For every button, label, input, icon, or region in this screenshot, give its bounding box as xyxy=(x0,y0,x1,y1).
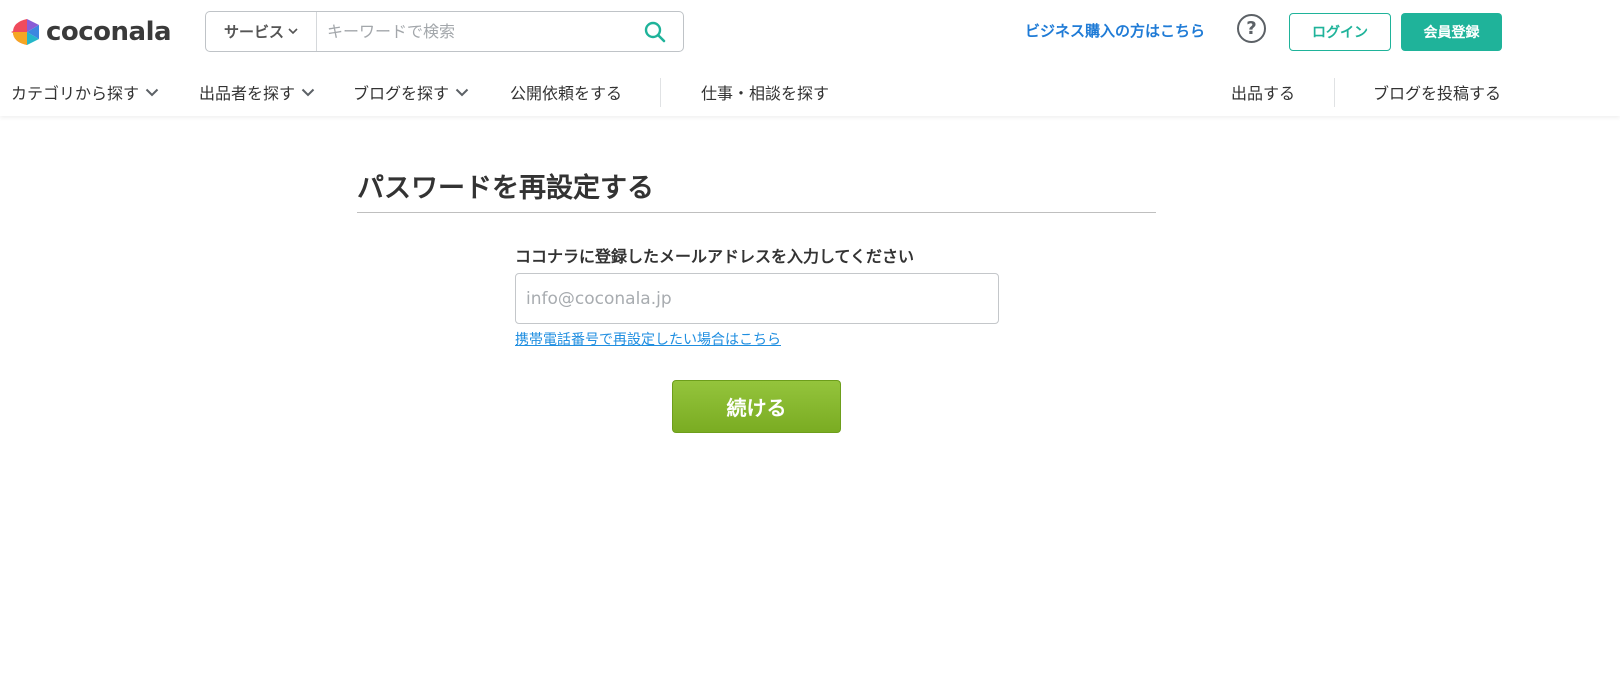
nav-item-public-request[interactable]: 公開依頼をする xyxy=(510,80,622,104)
search-bar: サービス xyxy=(205,11,684,52)
nav-item-label: ブログを探す xyxy=(353,84,450,103)
nav-item-label: 公開依頼をする xyxy=(510,84,623,103)
phone-reset-link[interactable]: 携帯電話番号で再設定したい場合はこちら xyxy=(515,329,781,349)
business-purchase-link[interactable]: ビジネス購入の方はこちら xyxy=(1025,20,1205,41)
nav-item-label: 出品する xyxy=(1231,84,1296,103)
login-button[interactable]: ログイン xyxy=(1289,13,1391,51)
search-category-select[interactable]: サービス xyxy=(206,12,317,51)
email-field[interactable] xyxy=(515,273,999,324)
help-icon[interactable]: ? xyxy=(1237,14,1266,43)
search-category-label: サービス xyxy=(223,23,284,41)
chevron-down-icon xyxy=(455,88,469,96)
title-divider xyxy=(357,212,1156,213)
chevron-down-icon xyxy=(301,88,315,96)
nav-item-find-jobs[interactable]: 仕事・相談を探す xyxy=(701,80,829,104)
logo-wordmark: coconala xyxy=(46,17,172,47)
nav-item-blogs[interactable]: ブログを探す xyxy=(353,80,469,104)
search-icon xyxy=(644,21,666,42)
nav-item-post-blog[interactable]: ブログを投稿する xyxy=(1373,80,1501,104)
nav-divider xyxy=(1334,78,1335,107)
nav-divider xyxy=(660,78,661,107)
nav-item-label: 仕事・相談を探す xyxy=(701,84,830,103)
site-header: coconala サービス ビジネス購入の方はこちら ? ログイン 会員登録 カ… xyxy=(0,0,1620,116)
page-title: パスワードを再設定する xyxy=(357,173,654,204)
nav-item-sell[interactable]: 出品する xyxy=(1231,80,1295,104)
search-button[interactable] xyxy=(627,12,683,51)
nav-item-category[interactable]: カテゴリから探す xyxy=(11,80,159,104)
continue-button[interactable]: 続ける xyxy=(672,380,841,433)
register-button[interactable]: 会員登録 xyxy=(1401,13,1502,51)
coconala-logo[interactable]: coconala xyxy=(11,17,172,47)
nav-item-sellers[interactable]: 出品者を探す xyxy=(199,80,315,104)
nav-item-label: ブログを投稿する xyxy=(1373,84,1502,103)
coconala-logo-icon xyxy=(11,19,39,45)
search-input[interactable] xyxy=(317,12,627,51)
chevron-down-icon xyxy=(288,28,298,35)
chevron-down-icon xyxy=(145,88,159,96)
nav-item-label: カテゴリから探す xyxy=(11,84,140,103)
nav-item-label: 出品者を探す xyxy=(199,84,296,103)
email-field-label: ココナラに登録したメールアドレスを入力してください xyxy=(515,247,915,266)
